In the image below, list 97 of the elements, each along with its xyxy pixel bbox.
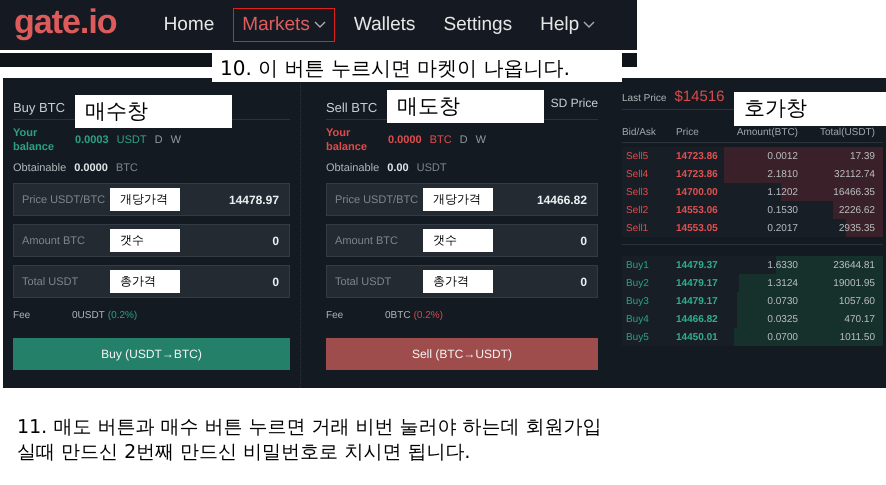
- sell-button[interactable]: Sell (BTC→USDT): [326, 338, 598, 370]
- order-price: 14479.17: [676, 278, 719, 288]
- callout-label: 갯수: [110, 229, 180, 252]
- input-field[interactable]: Amount BTC 갯수 0: [326, 224, 598, 257]
- logo[interactable]: gate.io: [14, 2, 117, 42]
- order-total: 16466.35: [832, 186, 876, 198]
- callout-label: 개당가격: [423, 188, 493, 211]
- order-price: 14450.01: [676, 332, 719, 342]
- balance-label: Your balance: [326, 126, 368, 154]
- order-total: 23644.81: [832, 260, 876, 270]
- deposit-link[interactable]: D: [154, 134, 163, 146]
- order-total: 2935.35: [838, 222, 876, 234]
- order-amount: 0.0325: [766, 314, 799, 324]
- obtainable-unit: BTC: [116, 162, 138, 174]
- order-price: 14479.37: [676, 260, 719, 270]
- order-price: 14466.82: [676, 314, 719, 324]
- callout-label: 총가격: [423, 270, 493, 293]
- fee-rate: (0.2%): [414, 310, 444, 321]
- callout-label: 매도창: [387, 90, 544, 123]
- order-total: 2226.62: [838, 204, 876, 216]
- note-text: 11. 매도 버튼과 매수 버튼 누르면 거래 비번 눌러야 하는데 회원가입: [17, 415, 603, 440]
- last-price-label: Last Price: [622, 93, 666, 104]
- callout-label: 호가창: [734, 92, 886, 126]
- order-label: Buy4: [625, 314, 650, 324]
- panel-title: Buy BTC: [13, 100, 66, 115]
- callout-label: 10. 이 버튼 누르시면 마켓이 나옵니다.: [212, 52, 622, 82]
- order-label: Buy5: [625, 332, 650, 342]
- obtainable-label: Obtainable: [326, 162, 380, 174]
- callout-label: 갯수: [423, 229, 493, 252]
- order-label: Sell4: [625, 168, 650, 180]
- order-price: 14723.86: [676, 150, 719, 162]
- order-label: Buy2: [625, 278, 650, 288]
- order-label: Buy3: [625, 296, 650, 306]
- order-amount: 1.6330: [766, 260, 799, 270]
- column-header: Bid/Ask: [622, 126, 657, 138]
- order-total: 17.39: [848, 150, 876, 162]
- order-amount: 1.3124: [766, 278, 799, 288]
- nav-link[interactable]: Home: [154, 8, 224, 42]
- column-header: Price: [676, 126, 700, 138]
- obtainable-unit: USDT: [416, 162, 447, 174]
- column-header: Amount(BTC): [736, 126, 799, 138]
- order-total: 1011.50: [838, 332, 876, 342]
- order-price: 14553.05: [676, 222, 719, 234]
- order-amount: 0.0730: [766, 296, 799, 306]
- balance-unit: USDT: [116, 134, 147, 146]
- input-field[interactable]: Price USDT/BTC 개당가격 14466.82: [326, 183, 598, 216]
- nav-link[interactable]: Help: [531, 8, 604, 42]
- nav-link[interactable]: Wallets: [344, 8, 424, 42]
- buy-button[interactable]: Buy (USDT→BTC): [13, 338, 290, 370]
- order-label: Sell3: [625, 186, 650, 198]
- input-field[interactable]: Total USDT 총가격 0: [13, 265, 290, 298]
- withdraw-link[interactable]: W: [476, 134, 486, 146]
- input-field[interactable]: Total USDT 총가격 0: [326, 265, 598, 298]
- balance-value: 0.0003: [75, 134, 109, 146]
- panel-title: Sell BTC: [326, 100, 378, 115]
- order-amount: 1.1202: [766, 186, 799, 198]
- nav-link[interactable]: Settings: [434, 8, 522, 42]
- note-text: 실때 만드신 2번째 만드신 비밀번호로 치시면 됩니다.: [17, 440, 472, 465]
- order-label: Sell1: [625, 222, 650, 234]
- input-field[interactable]: Price USDT/BTC 개당가격 14478.97: [13, 183, 290, 216]
- obtainable-value: 0.00: [387, 162, 409, 174]
- order-price: 14723.86: [676, 168, 719, 180]
- order-label: Buy1: [625, 260, 650, 270]
- order-label: Sell2: [625, 204, 650, 216]
- price-tab[interactable]: SD Price: [550, 96, 598, 110]
- fee-value: 0USDT: [72, 310, 105, 321]
- fee-label: Fee: [326, 310, 344, 321]
- callout-label: 총가격: [110, 270, 180, 293]
- deposit-link[interactable]: D: [460, 134, 468, 146]
- callout-label: 개당가격: [110, 188, 180, 211]
- fee-rate: (0.2%): [108, 310, 138, 321]
- order-amount: 0.0012: [766, 150, 799, 162]
- order-price: 14479.17: [676, 296, 719, 306]
- order-amount: 0.1530: [766, 204, 799, 216]
- nav-link[interactable]: Markets: [233, 8, 335, 42]
- order-total: 1057.60: [838, 296, 876, 306]
- order-label: Sell5: [625, 150, 650, 162]
- input-field[interactable]: Amount BTC 갯수 0: [13, 224, 290, 257]
- obtainable-value: 0.0000: [74, 162, 108, 174]
- order-amount: 2.1810: [766, 168, 799, 180]
- callout-label: 매수창: [75, 95, 232, 128]
- balance-unit: BTC: [430, 134, 452, 146]
- order-price: 14553.06: [676, 204, 719, 216]
- withdraw-link[interactable]: W: [170, 134, 181, 146]
- order-total: 32112.74: [833, 168, 876, 180]
- balance-label: Your balance: [13, 126, 55, 154]
- column-header: Total(USDT): [818, 126, 876, 138]
- order-price: 14700.00: [676, 186, 719, 198]
- order-amount: 0.0700: [766, 332, 799, 342]
- order-amount: 0.2017: [766, 222, 799, 234]
- obtainable-label: Obtainable: [13, 162, 66, 174]
- last-price: $14516: [674, 88, 725, 105]
- order-total: 470.17: [843, 314, 876, 324]
- fee-value: 0BTC: [385, 310, 411, 321]
- fee-label: Fee: [13, 310, 32, 321]
- order-total: 19001.95: [832, 278, 876, 288]
- balance-value: 0.0000: [388, 134, 422, 146]
